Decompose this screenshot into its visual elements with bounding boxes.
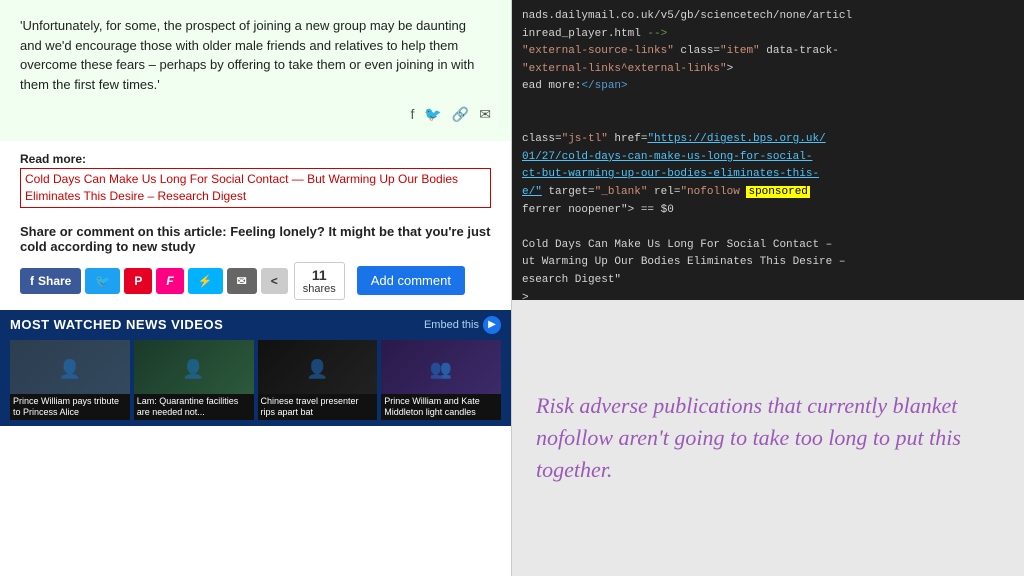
thumb-4-people-icon: 👥 [430, 359, 452, 380]
thumb-1-person-icon: 👤 [59, 359, 81, 380]
video-thumb-1-label: Prince William pays tribute to Princess … [10, 394, 130, 420]
code-line-2: inread_player.html --> [522, 26, 1014, 44]
code-line-12: ferrer noopener"> == $0 [522, 202, 1014, 220]
quote-social-icons: f 🐦 🔗 ✉ [20, 106, 491, 131]
share-buttons-row: f Share 🐦 P F ⚡ ✉ < 11 shares [20, 262, 491, 300]
most-watched-section: MOST WATCHED NEWS VIDEOS Embed this ▶ 👤 … [0, 310, 511, 426]
read-more-link[interactable]: Cold Days Can Make Us Long For Social Co… [20, 168, 491, 208]
video-thumb-2[interactable]: 👤 Lam: Quarantine facilities are needed … [134, 340, 254, 420]
thumb-1-overlay: 👤 [10, 340, 130, 400]
shares-number: 11 [312, 267, 327, 283]
quote-text: 'Unfortunately, for some, the prospect o… [20, 16, 491, 94]
read-more-label: Read more: [20, 152, 86, 166]
code-section: nads.dailymail.co.uk/v5/gb/sciencetech/n… [512, 0, 1024, 300]
video-thumb-1[interactable]: 👤 Prince William pays tribute to Princes… [10, 340, 130, 420]
most-watched-title: MOST WATCHED NEWS VIDEOS [10, 317, 223, 332]
code-line-9: 01/27/cold-days-can-make-us-long-for-soc… [522, 149, 1014, 167]
embed-label: Embed this [424, 319, 479, 331]
shares-label: shares [303, 283, 336, 295]
code-line-11: e/" target="_blank" rel="nofollow sponso… [522, 184, 1014, 202]
message-text: Risk adverse publications that currently… [536, 390, 1000, 486]
code-line-5: ead more:</span> [522, 78, 1014, 96]
email-quote-icon[interactable]: ✉ [479, 106, 491, 123]
message-box: Risk adverse publications that currently… [512, 300, 1024, 576]
video-thumb-3-label: Chinese travel presenter rips apart bat [258, 394, 378, 420]
share-section: Share or comment on this article: Feelin… [0, 214, 511, 310]
code-line-6 [522, 96, 1014, 114]
video-thumb-2-label: Lam: Quarantine facilities are needed no… [134, 394, 254, 420]
code-line-8: class="js-tl" href="https://digest.bps.o… [522, 131, 1014, 149]
messenger-share-button[interactable]: ⚡ [188, 268, 223, 294]
shares-count-box: 11 shares [294, 262, 345, 300]
code-line-14: Cold Days Can Make Us Long For Social Co… [522, 237, 1014, 255]
add-comment-button[interactable]: Add comment [357, 266, 465, 295]
facebook-icon: f [30, 274, 34, 288]
code-line-10: ct-but-warming-up-our-bodies-eliminates-… [522, 166, 1014, 184]
quote-section: 'Unfortunately, for some, the prospect o… [0, 0, 511, 141]
video-thumb-3[interactable]: 👤 Chinese travel presenter rips apart ba… [258, 340, 378, 420]
share-title: Share or comment on this article: Feelin… [20, 224, 491, 254]
read-more-section: Read more: Cold Days Can Make Us Long Fo… [0, 141, 511, 214]
facebook-share-label: Share [38, 274, 71, 288]
flipboard-share-button[interactable]: F [156, 268, 183, 294]
code-line-15: ut Warming Up Our Bodies Eliminates This… [522, 254, 1014, 272]
pinterest-icon: P [134, 274, 142, 288]
thumb-4-overlay: 👥 [381, 340, 501, 400]
code-line-13 [522, 219, 1014, 237]
embed-icon: ▶ [483, 316, 501, 334]
code-line-4: "external-links^external-links"> [522, 61, 1014, 79]
most-watched-header: MOST WATCHED NEWS VIDEOS Embed this ▶ [10, 316, 501, 334]
thumb-2-overlay: 👤 [134, 340, 254, 400]
flipboard-icon: F [166, 274, 173, 288]
facebook-share-button[interactable]: f Share [20, 268, 81, 294]
left-panel: 'Unfortunately, for some, the prospect o… [0, 0, 512, 576]
right-panel: nads.dailymail.co.uk/v5/gb/sciencetech/n… [512, 0, 1024, 576]
video-thumb-4-label: Prince William and Kate Middleton light … [381, 394, 501, 420]
link-quote-icon[interactable]: 🔗 [452, 106, 469, 123]
thumb-3-person-icon: 👤 [306, 359, 328, 380]
code-line-16: esearch Digest" [522, 272, 1014, 290]
video-thumb-4[interactable]: 👥 Prince William and Kate Middleton ligh… [381, 340, 501, 420]
code-line-1: nads.dailymail.co.uk/v5/gb/sciencetech/n… [522, 8, 1014, 26]
code-line-3: "external-source-links" class="item" dat… [522, 43, 1014, 61]
more-share-button[interactable]: < [261, 268, 288, 294]
thumb-2-person-icon: 👤 [182, 359, 204, 380]
facebook-quote-icon[interactable]: f [411, 106, 415, 123]
twitter-icon: 🐦 [95, 274, 110, 288]
more-share-icon: < [271, 274, 278, 288]
embed-this-button[interactable]: Embed this ▶ [424, 316, 501, 334]
pinterest-share-button[interactable]: P [124, 268, 152, 294]
email-share-button[interactable]: ✉ [227, 268, 257, 294]
sponsored-word: sponsored [746, 186, 809, 198]
twitter-share-button[interactable]: 🐦 [85, 268, 120, 294]
email-icon: ✉ [237, 274, 247, 288]
twitter-quote-icon[interactable]: 🐦 [424, 106, 441, 123]
video-thumbnails-row: 👤 Prince William pays tribute to Princes… [10, 340, 501, 420]
code-line-7 [522, 114, 1014, 132]
thumb-3-overlay: 👤 [258, 340, 378, 400]
code-line-17: > [522, 290, 1014, 301]
messenger-icon: ⚡ [198, 274, 213, 288]
